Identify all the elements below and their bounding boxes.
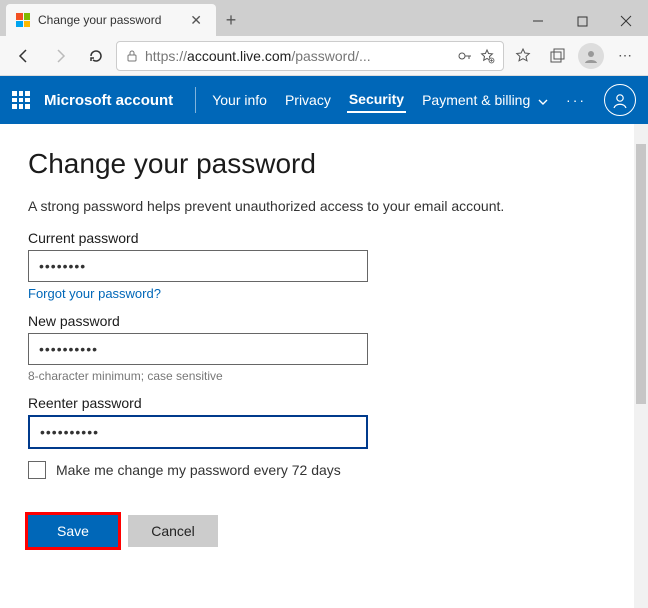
new-tab-button[interactable]: + [216,4,246,36]
profile-button[interactable] [576,41,606,71]
current-password-input[interactable]: •••••••• [28,250,368,282]
nav-payment[interactable]: Payment & billing [420,88,550,112]
password-hint: 8-character minimum; case sensitive [28,369,606,383]
page-content: Change your password A strong password h… [0,124,634,608]
url-text: https://account.live.com/password/... [145,48,451,64]
collections-icon[interactable] [542,41,572,71]
site-nav: Microsoft account Your info Privacy Secu… [0,76,648,124]
page-description: A strong password helps prevent unauthor… [28,198,606,214]
minimize-button[interactable] [516,6,560,36]
key-icon[interactable] [457,48,473,64]
star-add-icon[interactable] [479,48,495,64]
refresh-button[interactable] [80,40,112,72]
more-menu-button[interactable]: ⋯ [610,41,640,71]
close-tab-icon[interactable]: ✕ [186,11,206,29]
nav-privacy[interactable]: Privacy [283,88,333,112]
app-launcher-icon[interactable] [12,91,30,109]
account-icon[interactable] [604,84,636,116]
nav-more[interactable]: ··· [564,88,588,112]
maximize-button[interactable] [560,6,604,36]
browser-tab[interactable]: Change your password ✕ [6,4,216,36]
forward-button[interactable] [44,40,76,72]
reenter-password-label: Reenter password [28,395,606,411]
brand-label[interactable]: Microsoft account [44,92,173,109]
forgot-password-link[interactable]: Forgot your password? [28,286,606,301]
close-window-button[interactable] [604,6,648,36]
cancel-button[interactable]: Cancel [128,515,218,547]
new-password-input[interactable]: •••••••••• [28,333,368,365]
new-password-label: New password [28,313,606,329]
nav-divider [195,87,196,113]
reenter-password-input[interactable]: •••••••••• [28,415,368,449]
microsoft-icon [16,13,30,27]
nav-security[interactable]: Security [347,87,406,113]
back-button[interactable] [8,40,40,72]
scrollbar[interactable] [634,124,648,608]
favorites-icon[interactable] [508,41,538,71]
page-heading: Change your password [28,148,606,180]
save-button[interactable]: Save [28,515,118,547]
url-input[interactable]: https://account.live.com/password/... [116,41,504,71]
address-bar: https://account.live.com/password/... ⋯ [0,36,648,76]
rotate-password-label: Make me change my password every 72 days [56,462,341,478]
lock-icon [125,49,139,63]
titlebar: Change your password ✕ + [0,0,648,36]
nav-your-info[interactable]: Your info [210,88,269,112]
tab-title: Change your password [38,13,178,27]
current-password-label: Current password [28,230,606,246]
rotate-password-checkbox[interactable] [28,461,46,479]
